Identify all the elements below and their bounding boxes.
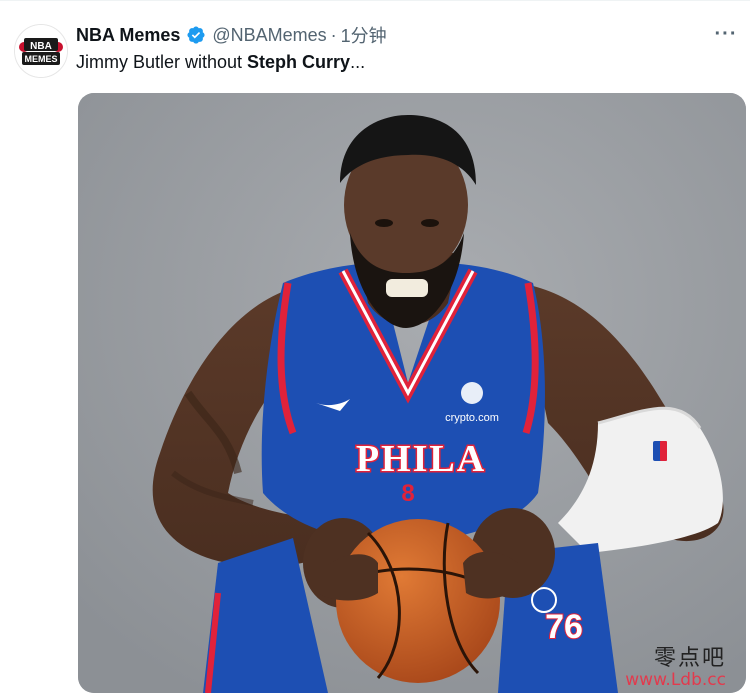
- tweet-text-suffix: ...: [350, 52, 366, 72]
- avatar-logo-bottom: MEMES: [24, 54, 57, 64]
- tweet-timestamp[interactable]: 1分钟: [341, 22, 387, 48]
- tweet-text-prefix: Jimmy Butler without: [76, 52, 248, 72]
- shorts-number: 76: [545, 608, 583, 646]
- avatar[interactable]: NBA MEMES: [14, 24, 68, 78]
- more-options-icon[interactable]: ···: [710, 20, 742, 48]
- avatar-logo-top: NBA: [30, 41, 52, 52]
- sponsor-logo-icon: [461, 382, 483, 404]
- jersey-number: 8: [401, 480, 414, 507]
- sponsor-text: crypto.com: [445, 412, 499, 424]
- user-handle[interactable]: @NBAMemes: [212, 25, 326, 46]
- nba-memes-logo: NBA MEMES: [15, 25, 67, 77]
- top-divider: [0, 0, 750, 1]
- verified-badge-icon[interactable]: [186, 25, 206, 45]
- tweet-header: NBA Memes @NBAMemes · 1分钟: [76, 22, 387, 48]
- tweet-text: Jimmy Butler without Steph Curry...: [76, 50, 365, 74]
- tweet-text-bold: Steph Curry: [247, 52, 351, 72]
- basketball: [336, 519, 500, 683]
- player-photo: crypto.com PHILA 8 76: [78, 93, 746, 693]
- separator-dot: ·: [330, 24, 337, 45]
- jersey-text: PHILA: [356, 438, 486, 480]
- tweet-media-image[interactable]: crypto.com PHILA 8 76: [78, 93, 746, 693]
- display-name[interactable]: NBA Memes: [76, 25, 180, 46]
